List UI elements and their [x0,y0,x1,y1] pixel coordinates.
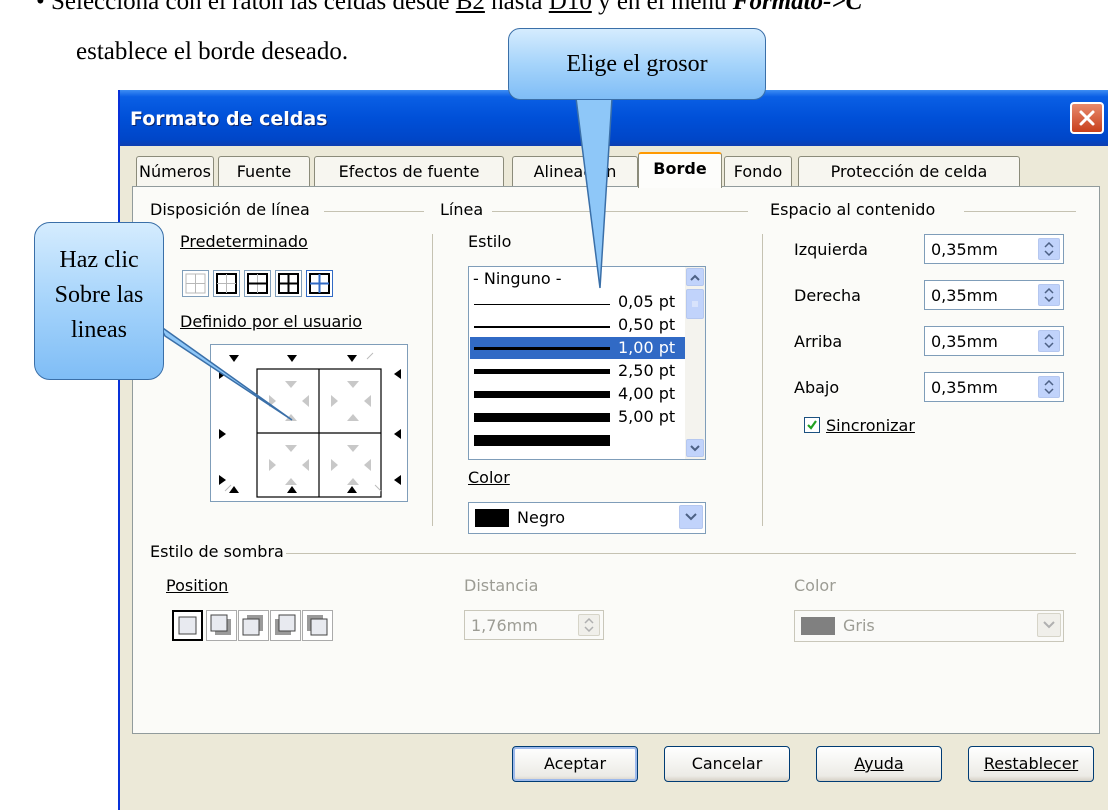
lines-callout-text-2: Sobre las [54,282,144,308]
grosor-callout-text: Elige el grosor [566,51,708,77]
grosor-callout: Elige el grosor [508,28,766,100]
grosor-callout-pointer [575,97,613,289]
tab-borde[interactable]: Borde [638,152,722,188]
lines-callout: Haz clic Sobre las lineas [34,222,164,380]
lines-callout-text-1: Haz clic [59,247,139,273]
lines-callout-text-3: lineas [71,317,127,343]
callout-pointers [159,97,613,421]
lines-callout-pointer [159,325,293,421]
